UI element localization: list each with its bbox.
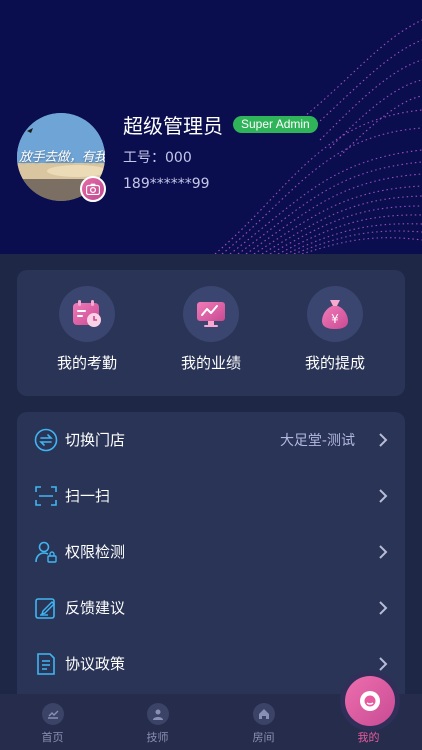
chart-icon: [41, 703, 64, 725]
switch-arrows-icon: [34, 428, 58, 452]
mine-tab-icon-button[interactable]: [345, 676, 395, 726]
quick-action-attendance[interactable]: 我的考勤: [32, 286, 142, 373]
person-icon: [146, 703, 169, 725]
quick-action-label: 我的提成: [304, 354, 365, 372]
chevron-right-icon: [379, 433, 388, 447]
edit-note-icon: [35, 598, 55, 619]
user-lock-icon: [35, 541, 57, 563]
quick-action-performance[interactable]: 我的业绩: [156, 286, 266, 373]
money-bag-icon: ¥: [307, 286, 363, 342]
phone-number: 189******99: [123, 176, 210, 192]
chevron-right-icon: [379, 601, 388, 615]
tab-label: 技师: [146, 731, 169, 744]
user-name: 超级管理员: [123, 114, 223, 138]
tab-label: 我的: [357, 731, 380, 744]
tab-label: 首页: [41, 731, 64, 744]
home-icon: [252, 703, 275, 725]
avatar-signature-text: 放手去做，有我!: [19, 150, 105, 165]
change-avatar-button[interactable]: [80, 176, 106, 202]
employee-id: 工号：000: [123, 150, 192, 166]
chevron-right-icon: [379, 489, 388, 503]
quick-actions-card: 我的考勤 我的业绩 ¥ 我的提成: [17, 270, 405, 396]
current-store-value: 大足堂-测试: [279, 433, 355, 449]
user-icon: [360, 691, 380, 711]
tab-home[interactable]: 首页: [0, 694, 105, 750]
menu-item-scan[interactable]: 扫一扫: [17, 468, 405, 524]
menu-item-label: 协议政策: [65, 655, 126, 673]
calendar-clock-icon: [59, 286, 115, 342]
tab-room[interactable]: 房间: [211, 694, 316, 750]
menu-item-feedback[interactable]: 反馈建议: [17, 580, 405, 636]
role-badge: Super Admin: [233, 116, 318, 133]
document-icon: [37, 653, 55, 675]
quick-action-label: 我的考勤: [56, 354, 117, 372]
chevron-right-icon: [379, 545, 388, 559]
quick-action-label: 我的业绩: [180, 354, 241, 372]
svg-text:¥: ¥: [331, 312, 339, 326]
tab-label: 房间: [252, 731, 275, 744]
menu-item-permission-check[interactable]: 权限检测: [17, 524, 405, 580]
camera-icon: [86, 183, 100, 195]
menu-item-label: 权限检测: [65, 543, 126, 561]
chevron-right-icon: [379, 657, 388, 671]
scan-icon: [35, 486, 57, 506]
tab-technician[interactable]: 技师: [105, 694, 210, 750]
menu-item-switch-store[interactable]: 切换门店 大足堂-测试: [17, 412, 405, 468]
menu-item-label: 切换门店: [65, 431, 126, 449]
quick-action-commission[interactable]: ¥ 我的提成: [280, 286, 390, 373]
menu-item-agreement-policy[interactable]: 协议政策: [17, 636, 405, 692]
performance-chart-icon: [183, 286, 239, 342]
settings-menu: 切换门店 大足堂-测试 扫一扫 权限检测 反馈建议 协议政策: [17, 412, 405, 712]
profile-header: 放手去做，有我! 超级管理员 Super Admin 工号：000 189***…: [0, 0, 422, 254]
menu-item-label: 反馈建议: [65, 599, 126, 617]
menu-item-label: 扫一扫: [65, 487, 111, 505]
